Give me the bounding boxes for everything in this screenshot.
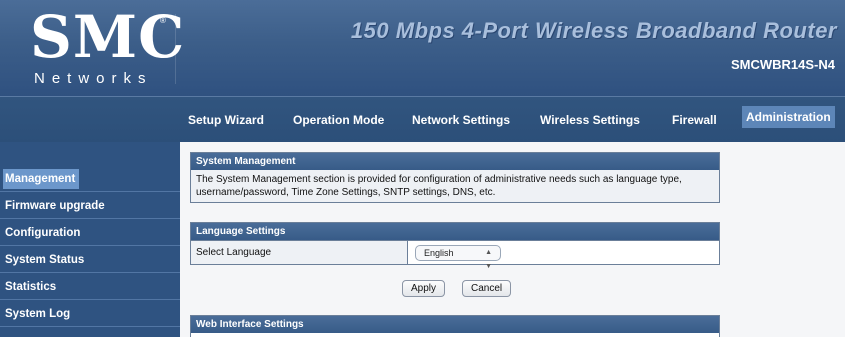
sidebar-item-statistics[interactable]: Statistics	[0, 274, 180, 300]
system-management-section: System Management The System Management …	[190, 152, 720, 203]
logo-sub-text: Networks	[34, 70, 153, 87]
sidebar-item-label: Configuration	[5, 227, 81, 239]
header-divider	[175, 14, 176, 84]
product-title: 150 Mbps 4-Port Wireless Broadband Route…	[350, 18, 837, 43]
logo-registered-mark: ®	[160, 16, 166, 25]
sidebar-item-label: System Log	[5, 308, 71, 320]
language-row: Select Language English ▲ ▼	[191, 240, 719, 270]
sidebar-item-management[interactable]: Management	[0, 166, 180, 192]
section-title: System Management	[191, 153, 719, 170]
section-title: Web Interface Settings	[191, 316, 719, 333]
main-content: System Management The System Management …	[180, 142, 845, 337]
top-navigation: Setup Wizard Operation Mode Network Sett…	[0, 96, 845, 142]
sidebar-item-firmware-upgrade[interactable]: Firmware upgrade	[0, 193, 180, 219]
sidebar: Management Firmware upgrade Configuratio…	[0, 142, 180, 337]
sidebar-item-configuration[interactable]: Configuration	[0, 220, 180, 246]
section-title: Language Settings	[191, 223, 719, 240]
cancel-button[interactable]: Cancel	[462, 280, 512, 297]
sidebar-item-system-log[interactable]: System Log	[0, 301, 180, 327]
section-description: The System Management section is provide…	[191, 170, 719, 202]
language-select[interactable]: English ▲ ▼	[415, 245, 501, 270]
select-arrows-icon: ▲ ▼	[485, 249, 492, 270]
sidebar-item-label: Firmware upgrade	[5, 200, 105, 212]
nav-wireless-settings[interactable]: Wireless Settings	[540, 113, 640, 127]
language-select-value: English	[424, 248, 454, 258]
nav-setup-wizard[interactable]: Setup Wizard	[188, 113, 264, 127]
header-banner: SMC ® Networks 150 Mbps 4-Port Wireless …	[0, 0, 845, 96]
sidebar-item-label: Management	[3, 169, 80, 189]
model-name: SMCWBR14S-N4	[730, 57, 835, 72]
nav-network-settings[interactable]: Network Settings	[412, 113, 510, 127]
nav-operation-mode[interactable]: Operation Mode	[293, 113, 384, 127]
sidebar-item-label: System Status	[5, 254, 85, 266]
select-language-label: Select Language	[191, 241, 408, 264]
nav-firewall[interactable]: Firewall	[672, 113, 717, 127]
language-settings-section: Language Settings Select Language Englis…	[190, 222, 720, 270]
nav-administration[interactable]: Administration	[742, 106, 835, 128]
smc-logo: SMC ® Networks	[10, 6, 184, 90]
web-interface-section: Web Interface Settings	[190, 315, 720, 337]
sidebar-item-label: Statistics	[5, 281, 57, 293]
apply-button[interactable]: Apply	[402, 280, 446, 297]
sidebar-item-system-status[interactable]: System Status	[0, 247, 180, 273]
